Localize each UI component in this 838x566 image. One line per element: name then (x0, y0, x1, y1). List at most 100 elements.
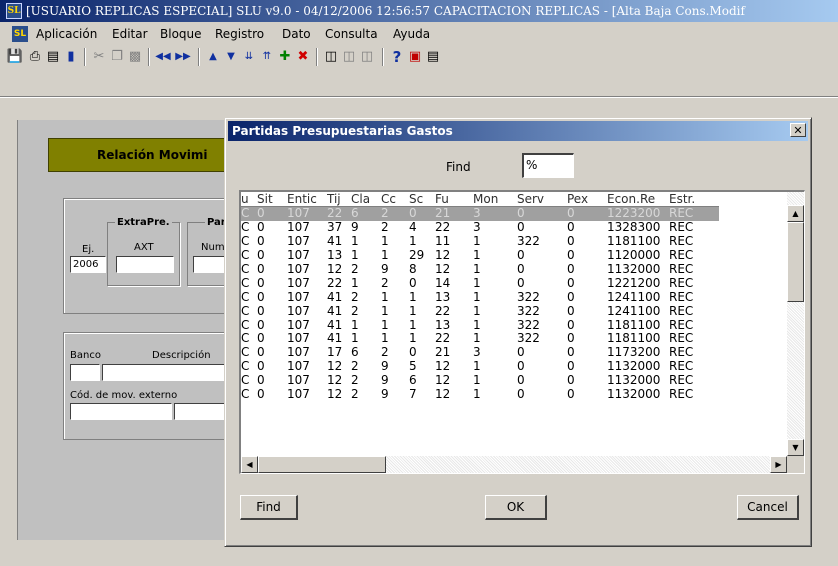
vertical-scrollbar[interactable]: ▲ ▼ (787, 192, 804, 456)
list-item[interactable]: C 0 107 22 1 2 0 14 1 0 0 1221200 REC (241, 276, 719, 290)
list-item[interactable]: C 0 107 41 2 1 1 22 1 322 0 1241100 REC (241, 304, 719, 318)
list-cell: 1181100 (607, 332, 661, 346)
list-cell: 0 (409, 206, 435, 221)
scroll-up-icon[interactable]: ⇈ (258, 48, 276, 66)
menu-bloque[interactable]: Bloque (160, 24, 202, 44)
list-cell: 1328300 (607, 220, 661, 235)
next-record-icon[interactable]: ▼ (222, 48, 240, 66)
list-item[interactable]: C 0 107 17 6 2 0 21 3 0 0 1173200 REC (241, 346, 719, 360)
vertical-scroll-thumb[interactable] (787, 222, 804, 302)
list-cell: REC (669, 345, 694, 360)
list-cell: 9 (381, 373, 389, 388)
copy-icon[interactable]: ❐ (108, 48, 126, 66)
list-cell: 9 (351, 220, 359, 235)
column-header: Tij (327, 192, 351, 207)
menu-ayuda[interactable]: Ayuda (393, 24, 430, 44)
list-cell: 1 (351, 276, 359, 290)
menu-editar[interactable]: Editar (112, 24, 148, 44)
delete-record-icon[interactable]: ✖ (294, 48, 312, 66)
cod-mov-field[interactable] (70, 403, 172, 420)
ok-button[interactable]: OK (485, 495, 547, 520)
list-item[interactable]: C 0 107 13 1 1 29 12 1 0 0 1120000 REC (241, 249, 719, 263)
scroll-up-arrow-icon[interactable]: ▲ (787, 205, 804, 222)
list-cell: 1 (473, 290, 481, 304)
cut-icon[interactable]: ✂ (90, 48, 108, 66)
menu-registro[interactable]: Registro (215, 24, 264, 44)
scroll-left-arrow-icon[interactable]: ◀ (241, 456, 258, 473)
list-item[interactable]: C 0 107 41 1 1 1 22 1 322 0 1181100 REC (241, 332, 719, 346)
list-cell: 6 (351, 345, 359, 360)
list-item[interactable]: C 0 107 12 2 9 7 12 1 0 0 1132000 REC (241, 388, 719, 402)
app-logo-icon[interactable]: SL (6, 3, 22, 19)
list-cell: C (241, 332, 250, 346)
menu-consulta[interactable]: Consulta (325, 24, 378, 44)
list-cell: 107 (287, 276, 310, 290)
print-setup-icon[interactable]: ▤ (44, 48, 62, 66)
ej-field[interactable]: 2006 (70, 256, 106, 273)
find-input[interactable]: % (522, 153, 574, 178)
partidas-dialog: Partidas Presupuestarias Gastos ✕ Find %… (224, 117, 812, 547)
execute-query-icon[interactable]: ◫ (340, 48, 358, 66)
list-cell: 1 (381, 304, 389, 318)
list-item[interactable]: C 0 107 41 2 1 1 13 1 322 0 1241100 REC (241, 290, 719, 304)
previous-record-icon[interactable]: ▲ (204, 48, 222, 66)
scroll-right-arrow-icon[interactable]: ▶ (770, 456, 787, 473)
window-title: [USUARIO REPLICAS ESPECIAL] SLU v9.0 - 0… (26, 4, 745, 18)
list-item[interactable]: C 0 107 41 1 1 1 13 1 322 0 1181100 REC (241, 318, 719, 332)
paste-icon[interactable]: ▩ (126, 48, 144, 66)
menu-aplicacion[interactable]: Aplicación (36, 24, 97, 44)
exit-icon[interactable]: ▮ (62, 48, 80, 66)
document-icon[interactable]: SL (12, 26, 28, 42)
results-viewport: u Sit Entic Tij Cla Cc Sc Fu Mon Serv Pex Econ.Re Es… (241, 192, 787, 454)
previous-block-icon[interactable]: ◀◀ (154, 48, 172, 66)
axt-field[interactable] (116, 256, 174, 273)
list-cell: 22 (435, 304, 451, 318)
list-cell: 1 (351, 248, 359, 263)
list-cell: REC (669, 373, 694, 388)
cancel-query-icon[interactable]: ◫ (358, 48, 376, 66)
horizontal-scrollbar[interactable]: ◀ ▶ (241, 456, 787, 473)
enter-query-icon[interactable]: ◫ (322, 48, 340, 66)
list-cell: 2 (381, 220, 389, 235)
list-cell: 0 (567, 248, 575, 263)
edit-icon[interactable]: ▤ (424, 48, 442, 66)
results-list[interactable]: u Sit Entic Tij Cla Cc Sc Fu Mon Serv Pex Econ.Re Es… (239, 190, 805, 474)
list-item[interactable]: C 0 107 37 9 2 4 22 3 0 0 1328300 REC (241, 221, 719, 235)
help-icon[interactable]: ? (388, 48, 406, 66)
list-item-selected[interactable]: C 0 107 22 6 2 0 21 3 0 0 1223200 REC (241, 206, 719, 221)
banco-field[interactable] (70, 364, 100, 381)
insert-record-icon[interactable]: ✚ (276, 48, 294, 66)
list-cell: 3 (473, 345, 481, 360)
list-cell: 21 (435, 206, 473, 221)
menu-dato[interactable]: Dato (282, 24, 311, 44)
list-item[interactable]: C 0 107 41 1 1 1 11 1 322 0 1181100 REC (241, 235, 719, 249)
list-cell: 1 (473, 387, 481, 402)
list-cell: 0 (567, 304, 575, 318)
print-icon[interactable]: ⎙ (26, 48, 44, 66)
list-item[interactable]: C 0 107 12 2 9 5 12 1 0 0 1132000 REC (241, 360, 719, 374)
descripcion-field[interactable] (102, 364, 232, 381)
list-item[interactable]: C 0 107 12 2 9 8 12 1 0 0 1132000 REC (241, 263, 719, 277)
list-cell: 1120000 (607, 248, 661, 263)
menu-bar: SL Aplicación Editar Bloque Registro Dat… (0, 24, 838, 44)
list-cell: 107 (287, 234, 310, 249)
column-header: Sc (409, 192, 435, 207)
scroll-down-arrow-icon[interactable]: ▼ (787, 439, 804, 456)
list-cell: REC (669, 304, 694, 318)
list-cell: 1132000 (607, 387, 661, 402)
horizontal-scroll-thumb[interactable] (258, 456, 386, 473)
next-block-icon[interactable]: ▶▶ (174, 48, 192, 66)
cancel-button[interactable]: Cancel (737, 495, 799, 520)
scrollbar-corner (787, 456, 804, 473)
save-icon[interactable]: 💾 (6, 48, 24, 66)
close-icon[interactable]: ✕ (790, 123, 806, 137)
list-cell: 41 (327, 304, 343, 318)
column-header: u (241, 192, 257, 207)
list-item[interactable]: C 0 107 12 2 9 6 12 1 0 0 1132000 REC (241, 374, 719, 388)
scroll-down-icon[interactable]: ⇊ (240, 48, 258, 66)
list-cell: 0 (567, 373, 575, 388)
column-header: Estr. (669, 192, 719, 207)
list-values-icon[interactable]: ▣ (406, 48, 424, 66)
find-button[interactable]: Find (240, 495, 298, 520)
list-cell: 0 (257, 234, 265, 249)
